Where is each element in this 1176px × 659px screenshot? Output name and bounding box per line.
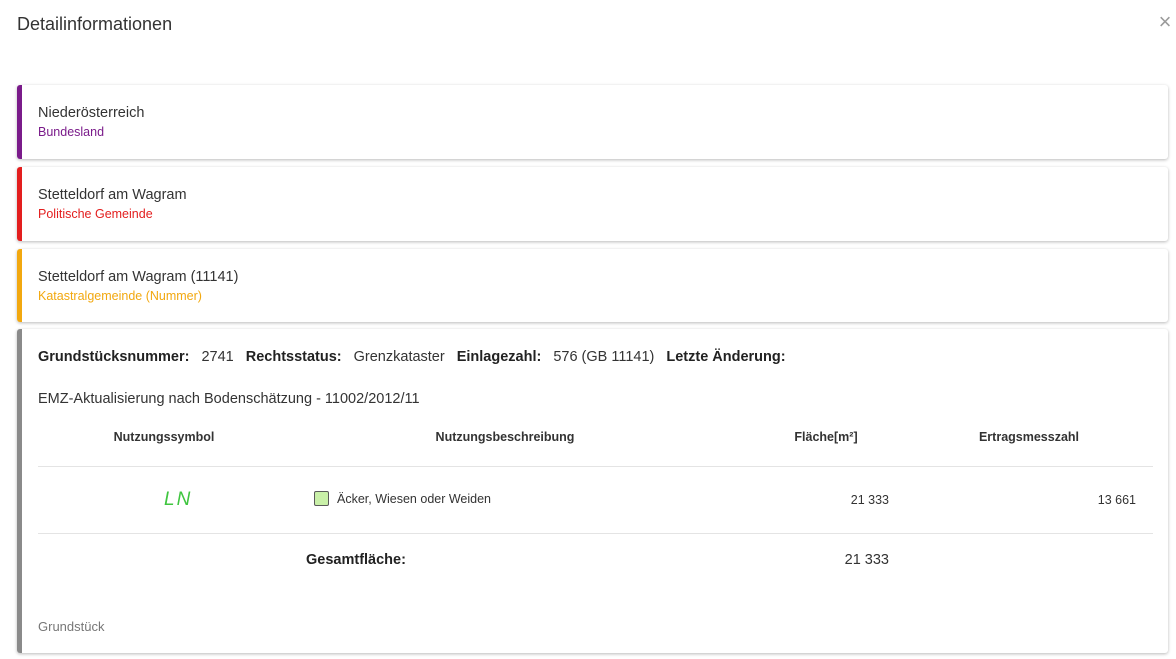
gesamtflaeche-label: Gesamtfläche:	[306, 552, 406, 568]
card-grundstueck: Grundstücksnummer: 2741 Rechtsstatus: Grenz…	[17, 329, 1168, 653]
grundstuecksnummer-label: Grundstücksnummer:	[38, 349, 190, 365]
header-nutzungsbeschreibung: Nutzungsbeschreibung	[435, 430, 575, 444]
card-politische-gemeinde: Stetteldorf am Wagram Politische Gemeind…	[17, 167, 1168, 241]
dialog-title: Detailinformationen	[17, 14, 173, 34]
header-ertragsmesszahl: Ertragsmesszahl	[978, 430, 1080, 444]
close-icon[interactable]: ×	[1155, 11, 1175, 33]
card-value: Stetteldorf am Wagram (11141)	[38, 269, 239, 285]
einlagezahl-value: 576 (GB 11141)	[553, 349, 655, 365]
header-flaeche: Fläche[m²]	[794, 430, 858, 444]
nutzung-color-swatch	[314, 491, 329, 506]
card-label: Bundesland	[38, 125, 105, 139]
card-label: Politische Gemeinde	[38, 207, 153, 221]
einlagezahl-label: Einlagezahl:	[456, 349, 542, 365]
accent-bar	[17, 85, 22, 159]
parcel-info-row: Grundstücksnummer: 2741 Rechtsstatus: Grenz…	[38, 349, 786, 365]
flaeche-cell: 21 333	[850, 493, 889, 507]
table-divider	[38, 533, 1153, 534]
change-description: EMZ-Aktualisierung nach Bodenschätzung -…	[38, 391, 420, 407]
card-value: Niederösterreich	[38, 105, 145, 121]
rechtsstatus-value: Grenzkataster	[353, 349, 445, 365]
rechtsstatus-label: Rechtsstatus:	[245, 349, 342, 365]
table-divider	[38, 466, 1153, 467]
nutzungsbeschreibung-cell: Äcker, Wiesen oder Weiden	[337, 492, 492, 506]
card-bundesland: Niederösterreich Bundesland	[17, 85, 1168, 159]
accent-bar	[17, 249, 22, 322]
header-nutzungssymbol: Nutzungssymbol	[113, 430, 215, 444]
grundstuecksnummer-value: 2741	[201, 349, 234, 365]
card-value: Stetteldorf am Wagram	[38, 187, 187, 203]
gesamtflaeche-value: 21 333	[844, 552, 889, 568]
accent-bar	[17, 167, 22, 241]
accent-bar	[17, 329, 22, 653]
card-label: Katastralgemeinde (Nummer)	[38, 289, 202, 303]
nutzungssymbol-ln: LN	[164, 489, 193, 510]
card-type-label: Grundstück	[38, 619, 105, 634]
letzte-aenderung-label: Letzte Änderung:	[666, 349, 786, 365]
card-katastralgemeinde: Stetteldorf am Wagram (11141) Katastralg…	[17, 249, 1168, 322]
ertragsmesszahl-cell: 13 661	[1097, 493, 1136, 507]
